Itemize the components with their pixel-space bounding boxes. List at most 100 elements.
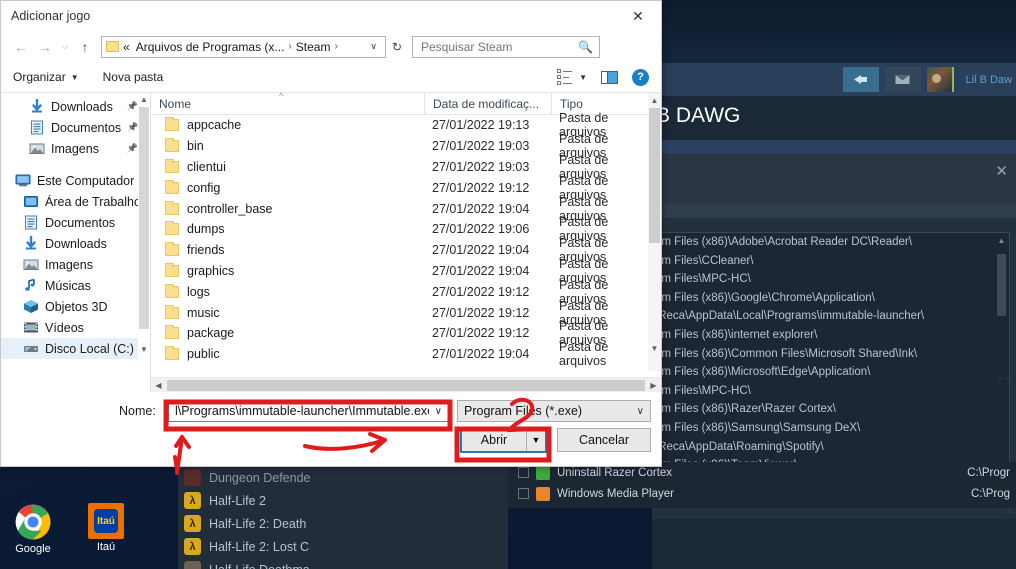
scroll-right-icon[interactable]: ▶ — [646, 378, 661, 393]
scroll-up-icon[interactable]: ▲ — [138, 93, 150, 107]
new-folder-button[interactable]: Nova pasta — [103, 70, 164, 84]
list-item[interactable]: am Files\MPC-HC\ — [653, 382, 1009, 401]
scroll-left-icon[interactable]: ◀ — [151, 378, 166, 393]
checkbox[interactable] — [518, 488, 529, 499]
steam-games-list[interactable]: Dungeon Defende λ Half-Life 2 λ Half-Life 2:… — [178, 466, 508, 569]
open-split-caret-icon[interactable]: ▼ — [526, 429, 545, 451]
list-item[interactable]: Windows Media Player C:\Prog — [508, 483, 1016, 504]
breadcrumb-item-2[interactable]: Steam — [296, 40, 331, 54]
sidebar-item-label: Disco Local (C:) — [45, 341, 134, 356]
steam-page-title: B DAWG — [652, 96, 1016, 136]
search-input[interactable] — [419, 38, 579, 55]
close-icon[interactable]: ✕ — [615, 1, 661, 31]
column-header-type[interactable]: Tipo — [551, 93, 646, 115]
file-type-filter-dropdown[interactable]: Program Files (*.exe) ∨ — [457, 400, 651, 422]
steam-list-scrollbar[interactable]: ▲ ⁙⁙ ▼ — [995, 234, 1009, 493]
search-icon[interactable]: 🔍 — [578, 40, 593, 54]
checkbox[interactable] — [518, 467, 529, 478]
scroll-thumb[interactable] — [649, 108, 660, 243]
scroll-thumb[interactable] — [997, 254, 1006, 316]
up-button[interactable]: ↑ — [73, 35, 97, 59]
sidebar-item-documentos[interactable]: Documentos 📌 — [1, 117, 150, 138]
file-name-label: dumps — [187, 222, 225, 237]
scroll-thumb[interactable] — [139, 107, 149, 329]
chevron-down-icon[interactable]: ∨ — [364, 41, 383, 52]
view-options-icon[interactable] — [557, 69, 573, 85]
list-item[interactable]: am Files (x86)\Adobe\Acrobat Reader DC\R… — [653, 233, 1009, 252]
filename-combobox[interactable]: ∨ — [168, 400, 449, 422]
filename-input[interactable] — [173, 403, 431, 419]
list-item[interactable]: am Files\MPC-HC\ — [653, 270, 1009, 289]
sidebar-item-m-sicas[interactable]: Músicas — [1, 275, 150, 296]
list-item[interactable]: am Files (x86)\Microsoft\Edge\Applicatio… — [653, 363, 1009, 382]
sidebar-item-disco-local-c[interactable]: Disco Local (C:) — [1, 338, 150, 359]
sidebar-item-imagens[interactable]: Imagens 📌 — [1, 138, 150, 159]
column-header-name[interactable]: Nome ^ — [151, 93, 424, 115]
file-list[interactable]: Nome ^ Data de modificaç... Tipo appcach… — [151, 93, 661, 392]
sidebar-item-documentos[interactable]: Documentos — [1, 212, 150, 233]
chevron-down-icon[interactable]: ∨ — [431, 406, 446, 417]
open-button[interactable]: Abrir ▼ — [460, 427, 547, 453]
sidebar-item-objetos-3d[interactable]: Objetos 3D — [1, 296, 150, 317]
list-item[interactable]: am Files (x86)\internet explorer\ — [653, 326, 1009, 345]
list-item[interactable]: λ Half-Life 2: Lost C — [178, 535, 508, 558]
chevron-down-icon-view[interactable]: ▼ — [579, 73, 587, 82]
sidebar-item-downloads[interactable]: Downloads 📌 — [1, 96, 150, 117]
sidebar-item-rea-de-trabalho[interactable]: Área de Trabalho — [1, 191, 150, 212]
list-item[interactable]: λ Half-Life 2: Death — [178, 512, 508, 535]
steam-program-path-list[interactable]: am Files (x86)\Adobe\Acrobat Reader DC\R… — [652, 232, 1010, 494]
list-item[interactable]: WinRARC:\Prog — [508, 504, 1016, 508]
preview-pane-icon[interactable] — [601, 70, 618, 84]
search-box[interactable]: 🔍 — [412, 35, 600, 58]
list-item[interactable]: Half-Life Deathma — [178, 558, 508, 569]
scroll-up-icon[interactable]: ▲ — [995, 234, 1008, 247]
recent-locations-button[interactable]: ⌵ — [57, 35, 73, 59]
sidebar-item-downloads[interactable]: Downloads — [1, 233, 150, 254]
help-icon[interactable]: ? — [632, 68, 649, 86]
refresh-icon[interactable]: ↻ — [386, 36, 408, 58]
file-list-scrollbar[interactable]: ▲ ▼ — [648, 93, 661, 371]
organize-button[interactable]: Organizar ▼ — [13, 70, 79, 84]
desktop-icon-itau[interactable]: Itaú Itaú — [78, 503, 134, 553]
list-item[interactable]: am Files (x86)\Google\Chrome\Application… — [653, 289, 1009, 308]
file-list-hscrollbar[interactable]: ◀ ▶ — [151, 377, 661, 392]
computer-icon — [15, 173, 31, 188]
back-button[interactable]: ← — [9, 35, 33, 59]
messages-envelope-icon[interactable] — [884, 67, 921, 92]
list-item[interactable]: am Files (x86)\Common Files\Microsoft Sh… — [653, 345, 1009, 364]
list-item[interactable]: Dungeon Defende — [178, 466, 508, 489]
broadcast-icon[interactable] — [842, 67, 879, 92]
avatar[interactable] — [926, 67, 954, 92]
forward-button[interactable]: → — [33, 35, 57, 59]
list-item[interactable]: am Files (x86)\Samsung\Samsung DeX\ — [653, 419, 1009, 438]
sidebar-item-v-deos[interactable]: Vídeos — [1, 317, 150, 338]
list-item[interactable]: \Reca\AppData\Roaming\Spotify\ — [653, 438, 1009, 457]
scroll-up-icon[interactable]: ▲ — [648, 93, 661, 108]
table-row[interactable]: public 27/01/2022 19:04 Pasta de arquivos — [151, 340, 661, 368]
chevron-down-icon: ▼ — [70, 72, 79, 82]
sidebar-item-imagens[interactable]: Imagens — [1, 254, 150, 275]
tree-scrollbar[interactable]: ▲ ▼ — [138, 93, 150, 392]
list-item[interactable]: am Files\CCleaner\ — [653, 252, 1009, 271]
steam-titlebar — [652, 0, 1016, 63]
breadcrumb-overflow[interactable]: « — [123, 40, 130, 54]
navigation-tree[interactable]: Downloads 📌 Documentos 📌 Imagens 📌 Este Comput… — [1, 93, 150, 392]
breadcrumb[interactable]: « Arquivos de Programas (x... › Steam › … — [101, 35, 386, 58]
column-header-date[interactable]: Data de modificaç... — [424, 93, 551, 115]
sidebar-item-este-computador[interactable]: Este Computador — [1, 170, 150, 191]
scroll-down-icon[interactable]: ▼ — [648, 341, 661, 356]
list-item[interactable]: \Reca\AppData\Local\Programs\immutable-l… — [653, 307, 1009, 326]
cancel-button[interactable]: Cancelar — [557, 428, 651, 452]
list-item[interactable]: λ Half-Life 2 — [178, 489, 508, 512]
desktop-icon-google[interactable]: Google — [5, 503, 61, 555]
chevron-down-icon-filter[interactable]: ∨ — [637, 406, 644, 417]
steam-apps-checkbox-list[interactable]: Uninstall Razer Cortex C:\Progr Windows Me… — [508, 462, 1016, 508]
list-item[interactable]: am Files (x86)\Razer\Razer Cortex\ — [653, 400, 1009, 419]
file-name-cell: music — [151, 304, 424, 320]
resize-grip-icon[interactable]: ⁙ — [1006, 507, 1013, 516]
scroll-down-icon[interactable]: ▼ — [138, 343, 150, 357]
scroll-thumb-h[interactable] — [167, 379, 645, 391]
steam-username[interactable]: Lil B Daw — [960, 74, 1012, 86]
close-icon[interactable]: ✕ — [995, 162, 1008, 180]
breadcrumb-item-1[interactable]: Arquivos de Programas (x... — [130, 40, 285, 54]
